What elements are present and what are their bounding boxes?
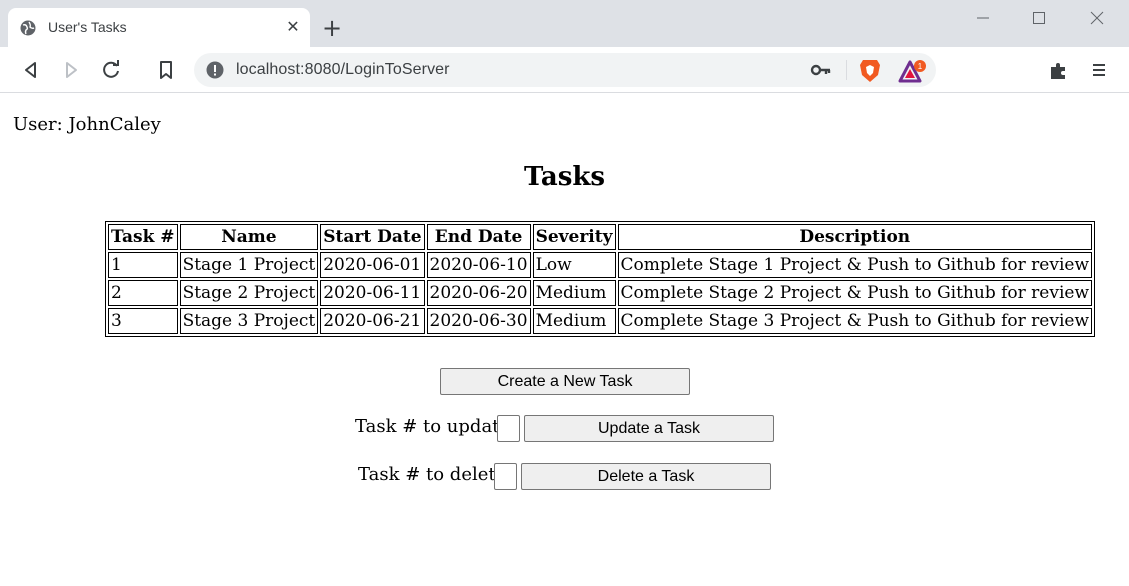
user-label: User: JohnCaley <box>13 114 161 135</box>
extensions-icon[interactable] <box>1048 59 1070 81</box>
table-cell: Complete Stage 3 Project & Push to Githu… <box>617 308 1093 334</box>
table-cell: 2 <box>108 280 178 306</box>
column-header: Start Date <box>320 224 425 250</box>
brave-shields-icon[interactable] <box>858 58 882 84</box>
url-text: localhost:8080/LoginToServer <box>236 61 450 78</box>
page-content: User: JohnCaley Tasks Task # Name Start … <box>0 94 1129 586</box>
table-row: 2 Stage 2 Project 2020-06-11 2020-06-20 … <box>108 280 1093 306</box>
table-cell: Complete Stage 1 Project & Push to Githu… <box>617 252 1093 278</box>
key-icon[interactable] <box>810 61 832 79</box>
column-header: Description <box>617 224 1093 250</box>
table-row: 3 Stage 3 Project 2020-06-21 2020-06-30 … <box>108 308 1093 334</box>
column-header: Severity <box>532 224 616 250</box>
table-cell: Complete Stage 2 Project & Push to Githu… <box>617 280 1093 306</box>
update-task-button[interactable]: Update a Task <box>524 415 774 442</box>
new-tab-icon[interactable]: + <box>320 16 344 40</box>
close-tab-icon[interactable]: ✕ <box>284 18 302 36</box>
table-cell: 2020-06-21 <box>320 308 425 334</box>
column-header: Task # <box>108 224 178 250</box>
back-icon[interactable] <box>20 59 42 81</box>
column-header: End Date <box>426 224 531 250</box>
table-cell: 2020-06-10 <box>426 252 531 278</box>
table-cell: 2020-06-30 <box>426 308 531 334</box>
update-task-number-input[interactable] <box>497 415 520 442</box>
update-task-label: Task # to update: <box>355 416 517 437</box>
address-bar[interactable]: localhost:8080/LoginToServer 1 <box>194 53 936 87</box>
menu-icon[interactable] <box>1088 59 1110 81</box>
browser-tabstrip: User's Tasks ✕ + <box>0 0 1129 47</box>
browser-tab-active[interactable]: User's Tasks ✕ <box>8 8 310 47</box>
reload-icon[interactable] <box>100 59 122 81</box>
create-task-button[interactable]: Create a New Task <box>440 368 690 395</box>
table-cell: 1 <box>108 252 178 278</box>
tasks-table: Task # Name Start Date End Date Severity… <box>105 221 1096 337</box>
maximize-icon[interactable] <box>1024 8 1054 28</box>
table-cell: 2020-06-11 <box>320 280 425 306</box>
table-cell: Medium <box>532 280 616 306</box>
delete-task-button[interactable]: Delete a Task <box>521 463 771 490</box>
rewards-badge-count: 1 <box>918 62 923 71</box>
table-row: 1 Stage 1 Project 2020-06-01 2020-06-10 … <box>108 252 1093 278</box>
forward-icon[interactable] <box>60 59 82 81</box>
delete-task-label: Task # to delete: <box>358 464 513 485</box>
globe-icon <box>20 20 36 36</box>
table-cell: 3 <box>108 308 178 334</box>
browser-toolbar: localhost:8080/LoginToServer 1 <box>0 47 1129 93</box>
window-close-icon[interactable] <box>1082 8 1112 28</box>
page-title: Tasks <box>524 162 605 192</box>
omnibox-separator <box>846 60 847 80</box>
bookmark-icon[interactable] <box>155 59 177 81</box>
brave-rewards-icon[interactable]: 1 <box>898 59 928 85</box>
minimize-icon[interactable] <box>968 8 998 28</box>
table-cell: Stage 2 Project <box>179 280 319 306</box>
table-cell: 2020-06-01 <box>320 252 425 278</box>
table-cell: Stage 1 Project <box>179 252 319 278</box>
table-cell: 2020-06-20 <box>426 280 531 306</box>
table-header-row: Task # Name Start Date End Date Severity… <box>108 224 1093 250</box>
site-info-icon[interactable] <box>206 61 224 79</box>
column-header: Name <box>179 224 319 250</box>
delete-task-number-input[interactable] <box>494 463 517 490</box>
tab-title: User's Tasks <box>48 19 127 35</box>
table-cell: Stage 3 Project <box>179 308 319 334</box>
table-cell: Low <box>532 252 616 278</box>
table-cell: Medium <box>532 308 616 334</box>
